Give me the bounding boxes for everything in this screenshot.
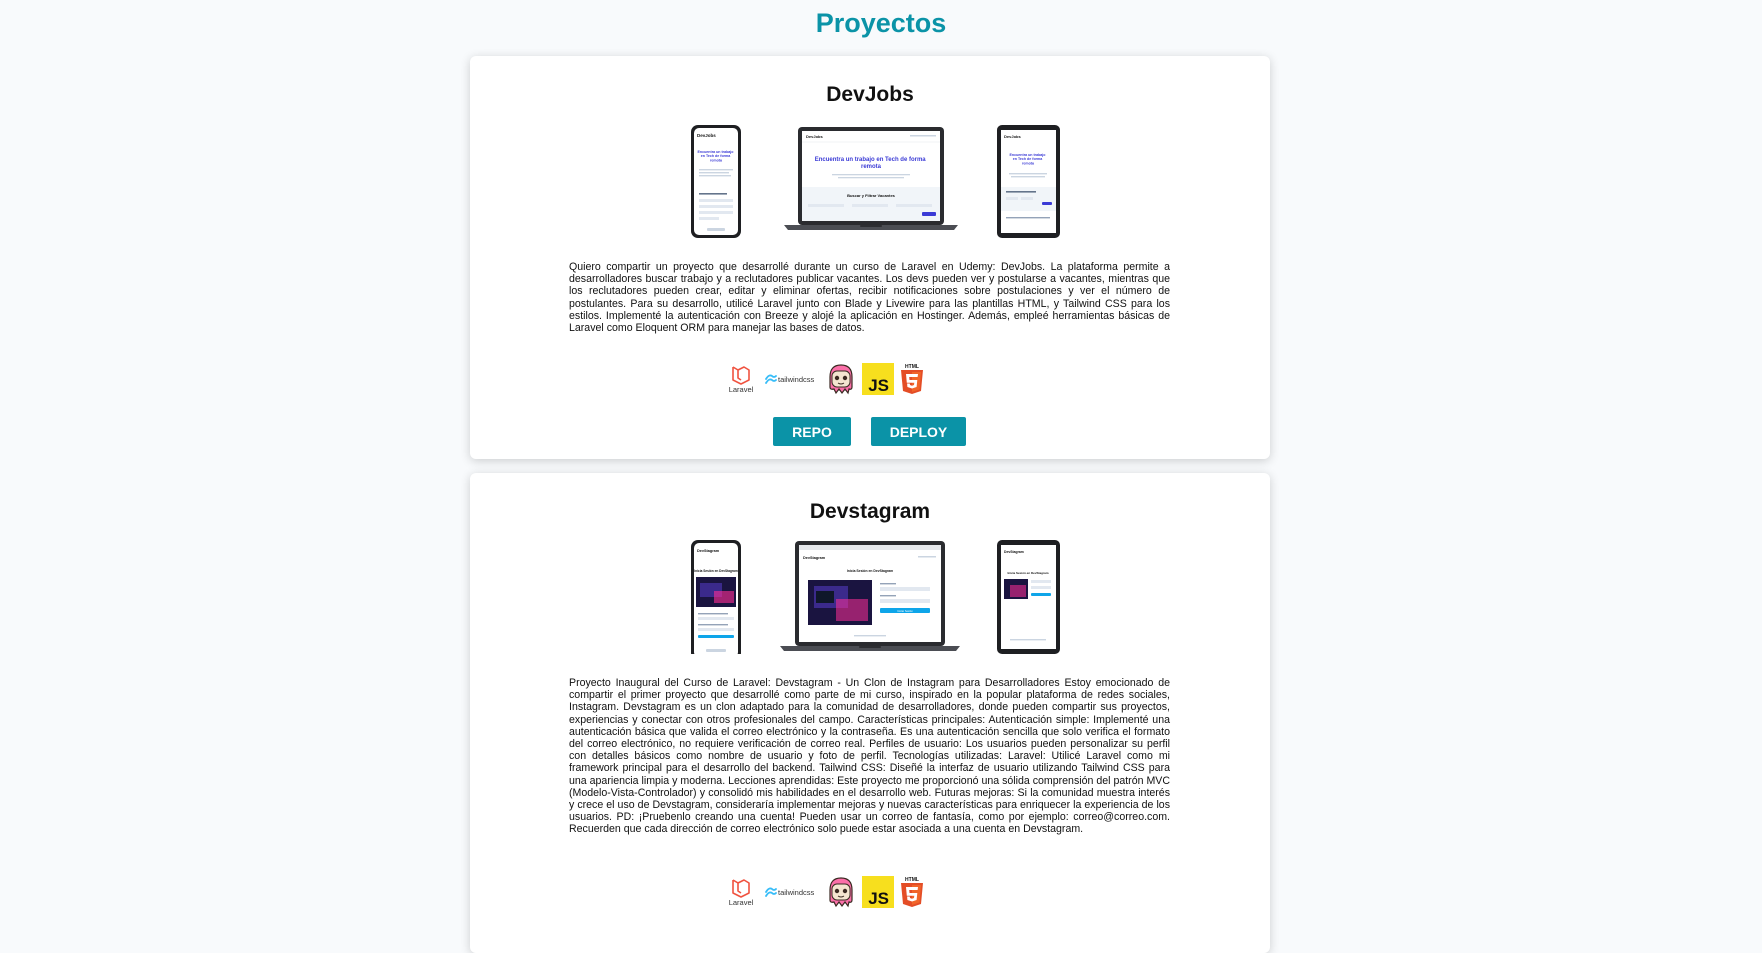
tablet-mockup: DevJobs Encuentra un trabajo en Tech de …	[997, 125, 1060, 238]
project-card-devstagram: Devstagram DevStagram Inicia Sesión en D…	[470, 473, 1270, 953]
tech-stack: Laravel tailwindcss JS HTML	[470, 363, 1270, 399]
project-card-devjobs: DevJobs DevJobs Encuentra un trabajo en …	[470, 56, 1270, 459]
page-title: Proyectos	[815, 8, 947, 38]
deploy-button[interactable]: DEPLOY	[871, 417, 966, 446]
html5-icon: HTML	[901, 364, 923, 394]
page: Proyectos DevJobs DevJobs Encuentra un t…	[0, 0, 1762, 953]
tablet-logo: DevJobs	[1004, 134, 1021, 139]
laptop-logo: DevStagram	[803, 556, 826, 560]
tailwind-label: tailwindcss	[778, 375, 815, 384]
project-screenshot-devjobs: DevJobs Encuentra un trabajo en Tech de …	[691, 125, 1060, 238]
project-title: DevJobs	[826, 83, 914, 106]
js-label: JS	[868, 889, 889, 908]
project-title: Devstagram	[809, 500, 931, 523]
javascript-icon: JS	[862, 876, 894, 908]
laravel-icon: Laravel	[729, 366, 754, 393]
phone-mockup: DevStagram Inicia Sesión en DevStagram	[691, 540, 741, 654]
laravel-label: Laravel	[729, 898, 754, 906]
tech-stack: Laravel tailwindcss JS HTML	[470, 876, 1270, 912]
livewire-icon	[829, 364, 853, 395]
laptop-login-button: Iniciar Sesión	[897, 609, 913, 613]
laptop-mockup: DevStagram Inicia Sesión en DevStagram I…	[780, 541, 960, 651]
javascript-icon: JS	[862, 363, 894, 395]
tablet-heading: Inicia Sesión en DevStagram	[1007, 571, 1048, 575]
tablet-mockup: DevStagram Inicia Sesión en DevStagram	[997, 540, 1060, 654]
laptop-section-title: Buscar y Filtrar Vacantes	[847, 193, 896, 198]
html-label: HTML	[905, 877, 919, 883]
phone-mockup: DevJobs Encuentra un trabajo en Tech de …	[691, 125, 741, 238]
phone-logo: DevStagram	[697, 549, 720, 553]
livewire-icon	[829, 877, 853, 908]
project-screenshot-devstagram: DevStagram Inicia Sesión en DevStagram D…	[691, 540, 1060, 654]
tailwind-label: tailwindcss	[778, 888, 815, 897]
laravel-label: Laravel	[729, 385, 754, 393]
laptop-logo: DevJobs	[806, 134, 823, 139]
project-description: Proyecto Inaugural del Curso de Laravel:…	[569, 677, 1170, 836]
tailwind-icon: tailwindcss	[765, 374, 815, 384]
laravel-icon: Laravel	[729, 879, 754, 906]
phone-logo: DevJobs	[697, 133, 716, 138]
html-label: HTML	[905, 364, 919, 370]
laptop-mockup: DevJobs Encuentra un trabajo en Tech de …	[784, 127, 958, 230]
js-label: JS	[868, 376, 889, 395]
phone-heading: Inicia Sesión en DevStagram	[694, 569, 738, 573]
project-description: Quiero compartir un proyecto que desarro…	[569, 261, 1170, 335]
repo-button[interactable]: REPO	[773, 417, 851, 446]
html5-icon: HTML	[901, 877, 923, 907]
tailwind-icon: tailwindcss	[765, 887, 815, 897]
laptop-heading: Inicia Sesión en DevStagram	[847, 569, 893, 573]
tablet-logo: DevStagram	[1004, 550, 1024, 554]
